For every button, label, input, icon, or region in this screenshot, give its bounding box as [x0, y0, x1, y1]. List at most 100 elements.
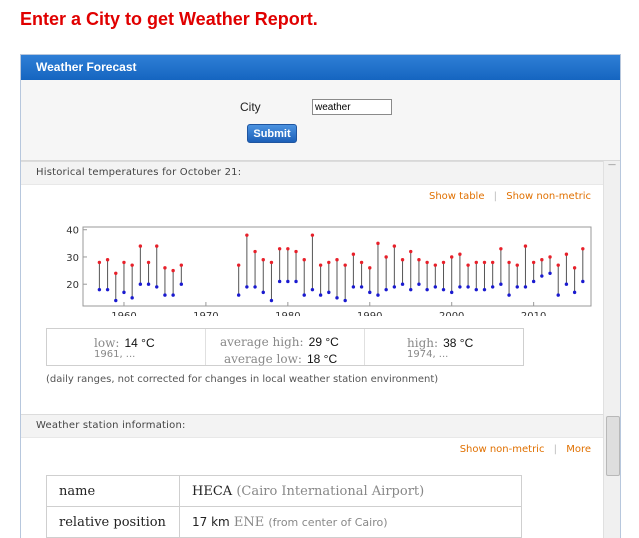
- low-point: [531, 279, 536, 284]
- high-point: [138, 244, 143, 248]
- high-point: [531, 260, 536, 265]
- high-point: [490, 260, 495, 265]
- stat-average: average high: 29 °C average low: 18 °C: [206, 329, 365, 366]
- submit-button[interactable]: Submit: [247, 124, 297, 143]
- position-detail: (from center of Cairo): [268, 515, 388, 529]
- y-tick-label: 40: [66, 226, 79, 237]
- high-point: [425, 260, 429, 265]
- high-point: [277, 247, 282, 251]
- city-label: City: [240, 100, 261, 114]
- high-point: [441, 260, 446, 265]
- low-point: [466, 285, 470, 289]
- chart-footnote: (daily ranges, not corrected for changes…: [46, 374, 439, 385]
- high-point: [335, 257, 339, 262]
- show-non-metric-link[interactable]: Show non-metric: [506, 191, 591, 202]
- low-point: [425, 287, 429, 292]
- avg-high-value: 29 °C: [308, 335, 339, 349]
- temperature-chart-svg: 20 30 40 1960 1970 1980 1990 2000 2010: [66, 226, 592, 322]
- avg-low-label: average low:: [224, 352, 302, 366]
- high-point: [515, 263, 519, 267]
- high-point: [368, 266, 372, 270]
- low-point: [450, 290, 454, 295]
- low-year: 1961, ...: [94, 349, 136, 360]
- historical-pod-links: Show table | Show non-metric: [21, 185, 603, 207]
- low-point: [138, 282, 143, 286]
- more-link[interactable]: More: [566, 444, 591, 455]
- high-point: [499, 247, 503, 251]
- low-point: [572, 290, 577, 295]
- show-table-link[interactable]: Show table: [429, 191, 485, 202]
- vertical-scrollbar[interactable]: —: [603, 161, 620, 538]
- page-title: Enter a City to get Weather Report.: [20, 9, 318, 29]
- high-label: high:: [407, 336, 439, 350]
- low-point: [97, 287, 102, 292]
- low-point: [515, 285, 519, 289]
- high-point: [114, 271, 118, 276]
- low-label: low:: [94, 336, 120, 350]
- position-key: relative position: [46, 506, 180, 538]
- x-tick-label: 2010: [521, 311, 546, 316]
- high-point: [466, 263, 470, 267]
- low-point: [359, 285, 364, 289]
- low-point: [433, 285, 438, 289]
- city-input[interactable]: [312, 99, 392, 115]
- high-point: [294, 249, 298, 254]
- low-point: [499, 282, 503, 286]
- high-point: [318, 263, 323, 267]
- low-point: [482, 287, 487, 292]
- high-point: [392, 244, 397, 248]
- high-point: [351, 252, 356, 256]
- high-point: [310, 233, 315, 237]
- high-point: [458, 252, 462, 256]
- station-non-metric-link[interactable]: Show non-metric: [460, 444, 545, 455]
- name-cell: HECA (Cairo International Airport): [179, 475, 522, 507]
- low-point: [310, 287, 315, 292]
- low-point: [318, 293, 323, 297]
- scrollbar-thumb[interactable]: [606, 416, 620, 476]
- position-cell: 17 km ENE (from center of Cairo): [179, 506, 522, 538]
- link-separator: |: [493, 191, 498, 202]
- high-point: [327, 260, 331, 265]
- low-point: [155, 285, 159, 289]
- high-point: [269, 260, 274, 265]
- high-value: 38 °C: [443, 336, 474, 350]
- low-point: [327, 290, 331, 295]
- low-point: [368, 290, 372, 295]
- x-tick-label: 1980: [275, 311, 300, 316]
- high-point: [581, 247, 585, 251]
- high-point: [572, 266, 577, 270]
- low-point: [523, 285, 528, 289]
- y-tick-label: 30: [66, 253, 79, 264]
- high-point: [236, 263, 241, 267]
- low-point: [171, 293, 175, 297]
- position-direction: ENE: [233, 514, 265, 530]
- low-point: [417, 282, 421, 286]
- high-point: [433, 263, 438, 267]
- high-point: [523, 244, 528, 248]
- position-distance: 17 km: [192, 514, 230, 529]
- historical-pod-title: Historical temperatures for October 21:: [21, 161, 603, 185]
- x-tick-label: 1970: [193, 311, 218, 316]
- high-point: [261, 257, 265, 262]
- low-point: [122, 290, 126, 295]
- x-tick-label: 1990: [357, 311, 382, 316]
- stat-low: low: 14 °C 1961, ...: [47, 329, 206, 365]
- results-area: Historical temperatures for October 21: …: [21, 161, 603, 538]
- low-point: [236, 293, 241, 297]
- high-point: [556, 263, 560, 267]
- station-code: HECA: [192, 483, 233, 499]
- scroll-up-icon[interactable]: —: [606, 161, 618, 169]
- low-point: [105, 287, 110, 292]
- high-point: [130, 263, 134, 267]
- low-point: [146, 282, 151, 286]
- low-point: [179, 282, 184, 286]
- high-point: [507, 260, 511, 265]
- high-point: [409, 249, 413, 254]
- high-point: [482, 260, 487, 265]
- low-point: [564, 282, 569, 286]
- high-point: [564, 252, 569, 256]
- x-tick-label: 2000: [439, 311, 464, 316]
- high-point: [155, 244, 159, 248]
- low-point: [458, 285, 462, 289]
- low-point: [343, 298, 347, 303]
